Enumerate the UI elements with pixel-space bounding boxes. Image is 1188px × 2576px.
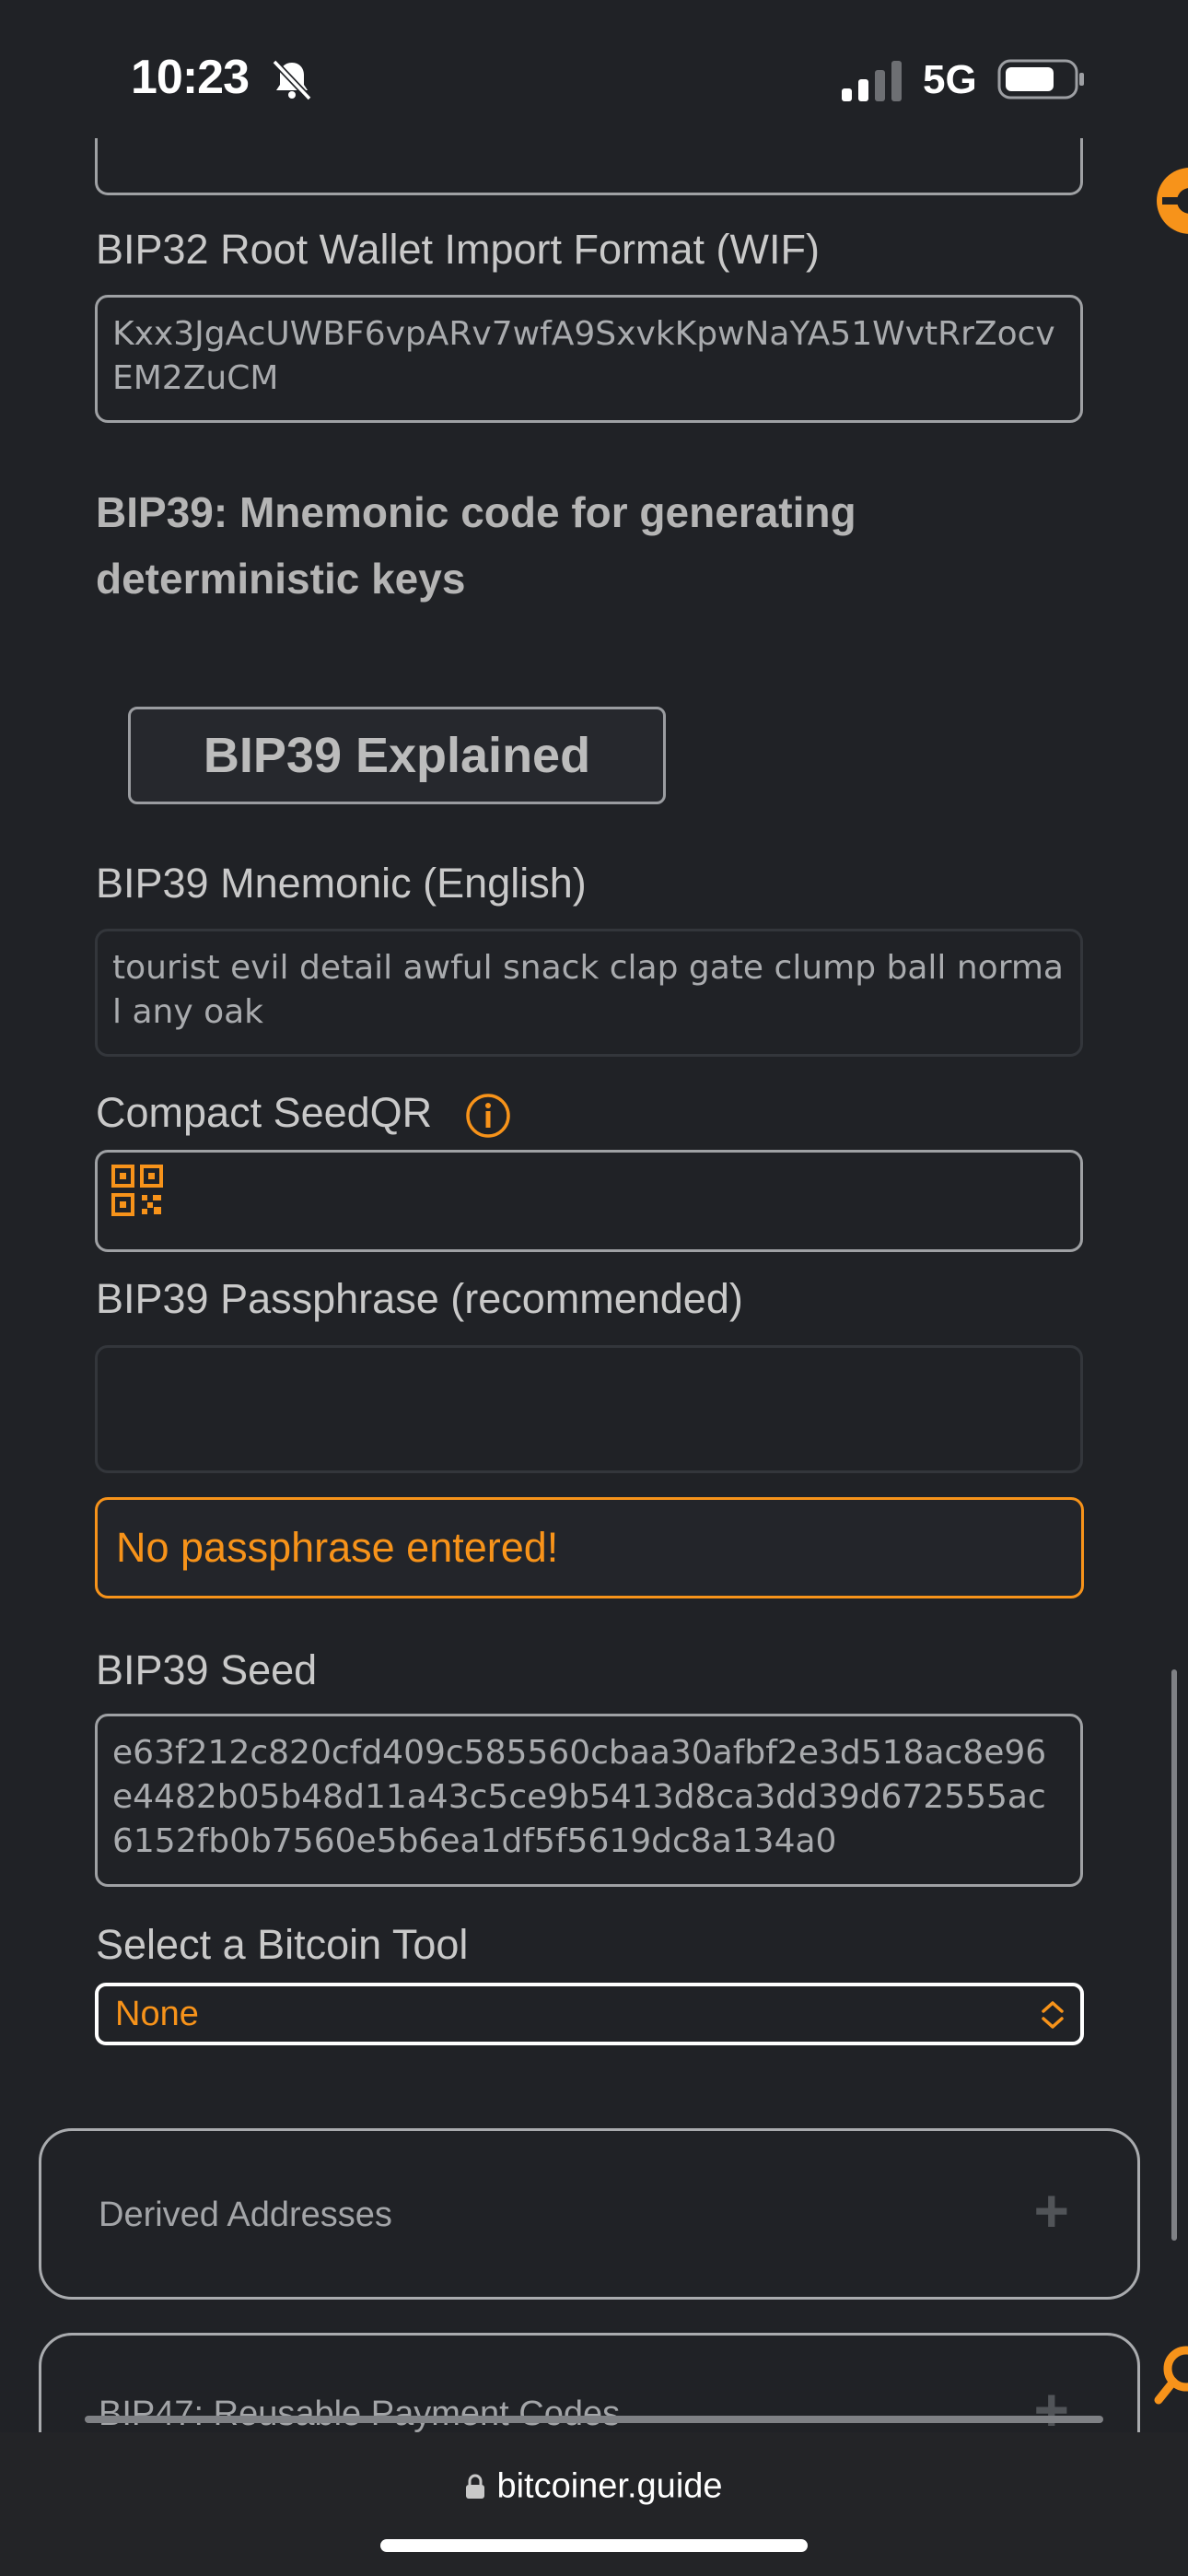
network-type: 5G — [923, 57, 977, 102]
url-text: bitcoiner.guide — [496, 2466, 723, 2506]
seedqr-label: Compact SeedQR — [96, 1089, 433, 1136]
panel-title: BIP47: Reusable Payment Codes — [99, 2395, 621, 2433]
wif-field[interactable]: Kxx3JgAcUWBF6vpARv7wfA9SxvkKpwNaYA51WvtR… — [95, 295, 1083, 423]
search-icon[interactable] — [1153, 2345, 1188, 2406]
lock-icon — [466, 2474, 485, 2499]
seedqr-field[interactable] — [95, 1150, 1083, 1252]
wif-label: BIP32 Root Wallet Import Format (WIF) — [96, 226, 820, 273]
expand-plus-icon[interactable]: + — [1033, 2175, 1069, 2245]
panel-title: Derived Addresses — [99, 2195, 392, 2234]
passphrase-label: BIP39 Passphrase (recommended) — [96, 1275, 743, 1322]
passphrase-field[interactable] — [95, 1345, 1083, 1473]
tool-select-value: None — [115, 1994, 199, 2033]
bip39-heading: BIP39: Mnemonic code for generating dete… — [96, 488, 856, 603]
bitcoin-logo-icon[interactable] — [1153, 166, 1188, 236]
vertical-scrollbar[interactable] — [1171, 1669, 1177, 2241]
address-bar[interactable]: bitcoiner.guide — [0, 2465, 1188, 2506]
tool-select[interactable]: None — [95, 1983, 1084, 2045]
qr-code-icon[interactable] — [111, 1164, 164, 1217]
mnemonic-label: BIP39 Mnemonic (English) — [96, 860, 587, 907]
seed-field[interactable]: e63f212c820cfd409c585560cbaa30afbf2e3d51… — [95, 1714, 1083, 1887]
home-indicator[interactable] — [380, 2539, 808, 2552]
status-time: 10:23 — [131, 51, 250, 104]
signal-icon — [842, 61, 902, 101]
battery-icon — [997, 59, 1084, 100]
passphrase-warning: No passphrase entered! — [95, 1497, 1084, 1598]
tool-label: Select a Bitcoin Tool — [96, 1921, 469, 1968]
derived-addresses-panel[interactable]: Derived Addresses + — [39, 2128, 1140, 2300]
seed-label: BIP39 Seed — [96, 1646, 318, 1693]
mnemonic-field[interactable]: tourist evil detail awful snack clap gat… — [95, 929, 1083, 1057]
info-icon[interactable] — [465, 1093, 511, 1139]
previous-field[interactable] — [95, 138, 1083, 195]
bip39-explained-button[interactable]: BIP39 Explained — [128, 707, 666, 804]
select-arrows-icon — [1042, 2001, 1064, 2029]
horizontal-scrollbar[interactable] — [85, 2416, 1103, 2423]
bell-slash-icon — [272, 59, 312, 101]
